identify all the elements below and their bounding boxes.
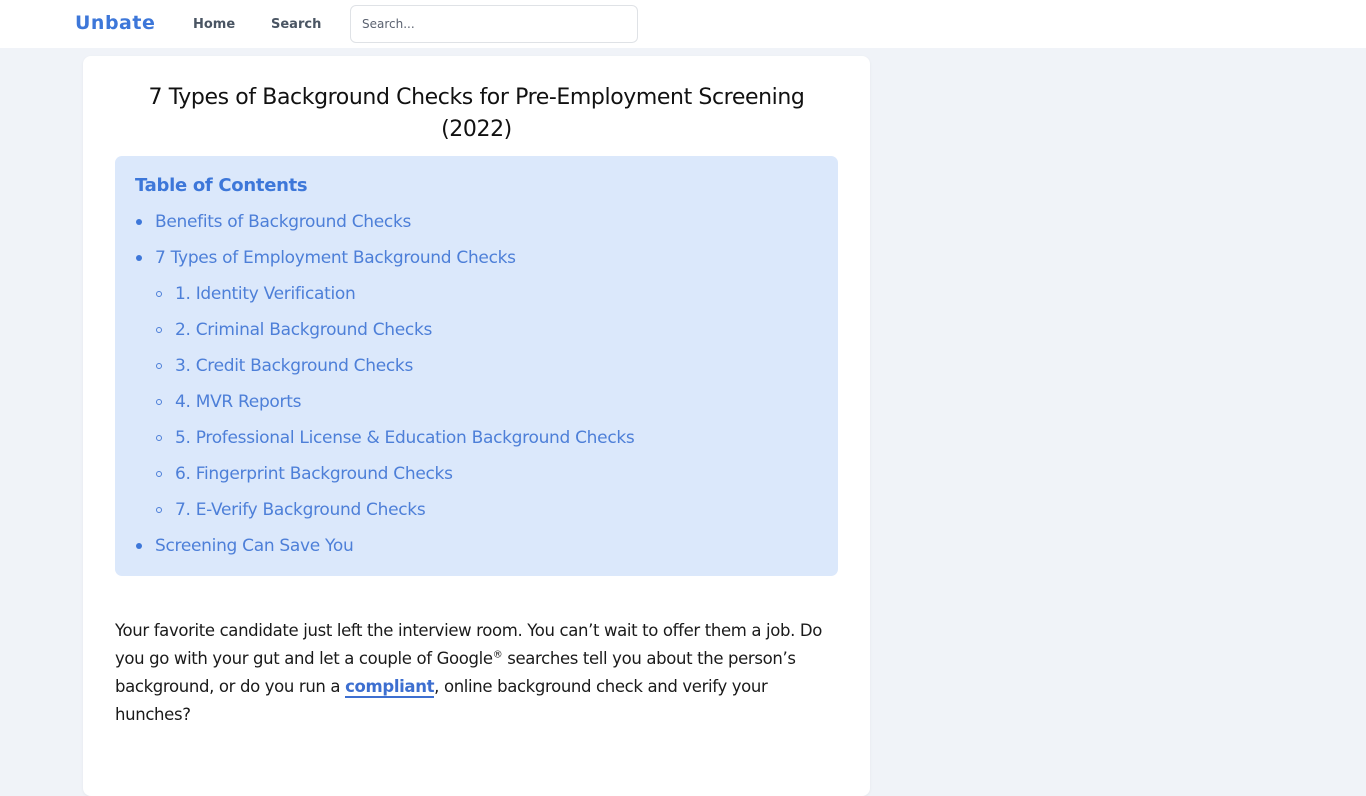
table-of-contents: Table of Contents Benefits of Background… [115, 156, 838, 576]
toc-item: 3. Credit Background Checks [115, 348, 838, 384]
compliant-link[interactable]: compliant [345, 677, 435, 698]
circle-bullet-icon [156, 507, 162, 513]
toc-item: 2. Criminal Background Checks [115, 312, 838, 348]
bullet-icon [136, 219, 142, 225]
brand-logo[interactable]: Unbate [75, 12, 155, 34]
circle-bullet-icon [156, 291, 162, 297]
article-title: 7 Types of Background Checks for Pre-Emp… [148, 85, 805, 142]
toc-link[interactable]: 7. E-Verify Background Checks [175, 500, 426, 520]
toc-item: Benefits of Background Checks [115, 204, 838, 240]
toc-item: 4. MVR Reports [115, 384, 838, 420]
toc-item: 7. E-Verify Background Checks [115, 492, 838, 528]
toc-link[interactable]: 5. Professional License & Education Back… [175, 428, 635, 448]
circle-bullet-icon [156, 399, 162, 405]
toc-item: Screening Can Save You [115, 528, 838, 564]
top-navbar: Unbate Home Search [0, 0, 1366, 48]
toc-link[interactable]: 7 Types of Employment Background Checks [155, 248, 516, 268]
toc-list: Benefits of Background Checks 7 Types of… [115, 204, 838, 564]
toc-link[interactable]: 4. MVR Reports [175, 392, 301, 412]
toc-link[interactable]: 2. Criminal Background Checks [175, 320, 432, 340]
circle-bullet-icon [156, 471, 162, 477]
toc-heading: Table of Contents [135, 175, 308, 196]
toc-link[interactable]: Benefits of Background Checks [155, 212, 411, 232]
bullet-icon [136, 543, 142, 549]
circle-bullet-icon [156, 435, 162, 441]
toc-link[interactable]: Screening Can Save You [155, 536, 354, 556]
toc-link[interactable]: 3. Credit Background Checks [175, 356, 413, 376]
bullet-icon [136, 255, 142, 261]
toc-link[interactable]: 1. Identity Verification [175, 284, 356, 304]
intro-paragraph: Your favorite candidate just left the in… [115, 617, 838, 729]
toc-item: 7 Types of Employment Background Checks [115, 240, 838, 276]
registered-mark: ® [492, 649, 503, 661]
toc-link[interactable]: 6. Fingerprint Background Checks [175, 464, 453, 484]
article-card: 7 Types of Background Checks for Pre-Emp… [83, 56, 870, 796]
toc-item: 5. Professional License & Education Back… [115, 420, 838, 456]
nav-search-link[interactable]: Search [271, 17, 321, 32]
circle-bullet-icon [156, 363, 162, 369]
search-input[interactable] [350, 5, 638, 43]
toc-item: 6. Fingerprint Background Checks [115, 456, 838, 492]
nav-home-link[interactable]: Home [193, 17, 235, 32]
circle-bullet-icon [156, 327, 162, 333]
toc-item: 1. Identity Verification [115, 276, 838, 312]
